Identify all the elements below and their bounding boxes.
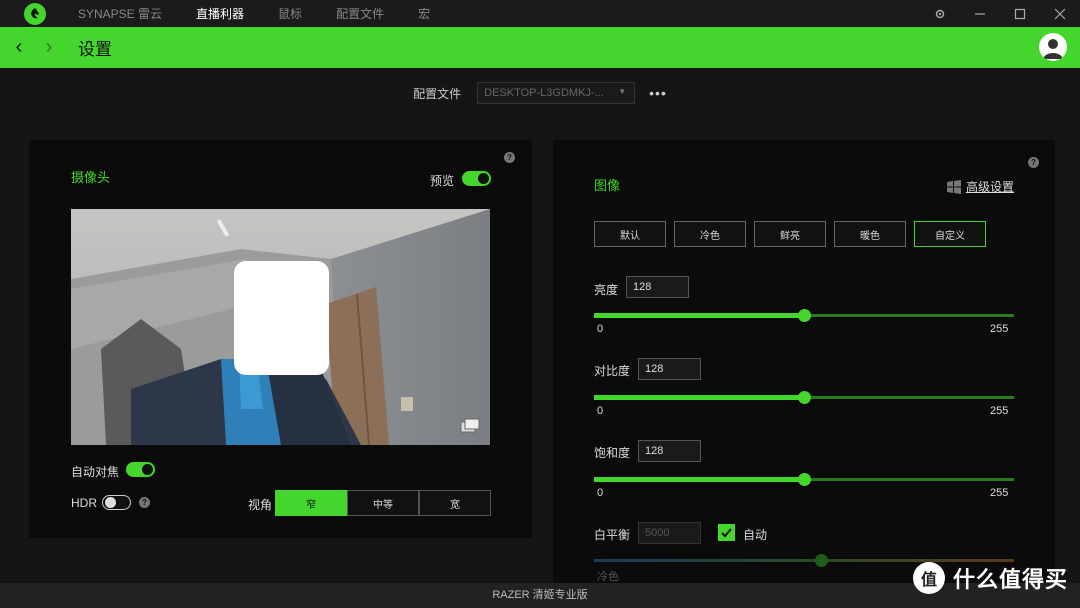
fov-narrow-button[interactable]: 窄: [275, 490, 347, 516]
close-icon[interactable]: [1040, 0, 1080, 27]
checkmark-icon: [721, 528, 732, 538]
slider-fill: [594, 395, 804, 400]
watermark-glyph: 值: [920, 572, 937, 589]
hdr-toggle[interactable]: [102, 495, 131, 510]
contrast-input[interactable]: 128: [638, 358, 701, 380]
preset-warm-button[interactable]: 暖色: [834, 221, 906, 247]
watermark: 值 什么值得买: [912, 562, 1068, 594]
slider-fill: [594, 313, 804, 318]
contrast-min: 0: [597, 405, 604, 417]
help-icon[interactable]: ?: [504, 152, 515, 163]
white-balance-input[interactable]: 5000: [638, 522, 701, 544]
preset-group: 默认 冷色 鲜亮 暖色 自定义: [594, 221, 994, 247]
brightness-input[interactable]: 128: [626, 276, 689, 298]
forward-arrow-icon[interactable]: ›: [38, 36, 60, 59]
gear-icon[interactable]: [920, 0, 960, 27]
nav-profiles[interactable]: 配置文件: [336, 5, 384, 22]
image-help-icon[interactable]: ?: [1028, 157, 1039, 168]
profile-label: 配置文件: [413, 86, 462, 101]
slider-thumb[interactable]: [798, 473, 811, 486]
image-panel: ? 图像 高级设置 默认 冷色 鲜亮 暖色 自定义 亮度 128 0 255 对…: [553, 140, 1055, 585]
windows-icon: [947, 179, 961, 194]
camera-panel: ? 摄像头 预览 自动对焦 HDR ? 视角 窄 中等 宽: [29, 140, 532, 538]
page-title: 设置: [78, 40, 112, 59]
title-bar: SYNAPSE 雷云 直播利器 鼠标 配置文件 宏: [0, 0, 1080, 27]
hdr-help-icon[interactable]: ?: [139, 497, 150, 508]
preset-vivid-button[interactable]: 鲜亮: [754, 221, 826, 247]
profile-row: 配置文件 DESKTOP-L3GDMKJ-... ▼ •••: [0, 82, 1080, 104]
brightness-max: 255: [990, 323, 1009, 335]
settings-header: ‹ › 设置: [0, 27, 1080, 68]
fov-medium-button[interactable]: 中等: [347, 490, 419, 516]
saturation-slider[interactable]: [594, 473, 1014, 486]
preview-toggle[interactable]: [462, 171, 491, 186]
slider-thumb[interactable]: [798, 391, 811, 404]
fov-label: 视角: [248, 498, 273, 512]
slider-thumb[interactable]: [814, 554, 828, 567]
nav-macro[interactable]: 宏: [418, 5, 430, 22]
slider-thumb[interactable]: [798, 309, 811, 322]
saturation-max: 255: [990, 487, 1009, 499]
minimize-icon[interactable]: [960, 0, 1000, 27]
chevron-down-icon: ▼: [618, 87, 627, 96]
autofocus-toggle[interactable]: [126, 462, 155, 477]
watermark-logo-icon: 值: [912, 562, 945, 594]
preset-cool-button[interactable]: 冷色: [674, 221, 746, 247]
fov-wide-button[interactable]: 宽: [419, 490, 491, 516]
saturation-label: 饱和度: [594, 446, 631, 460]
preset-default-button[interactable]: 默认: [594, 221, 666, 247]
brightness-min: 0: [597, 323, 604, 335]
contrast-label: 对比度: [594, 364, 631, 378]
advanced-settings-label: 高级设置: [966, 180, 1015, 194]
saturation-min: 0: [597, 487, 604, 499]
image-title: 图像: [594, 178, 621, 193]
watermark-text: 什么值得买: [952, 567, 1068, 592]
profile-select[interactable]: DESKTOP-L3GDMKJ-... ▼: [477, 82, 636, 104]
nav-broadcast[interactable]: 直播利器: [196, 5, 244, 22]
preview-label: 预览: [430, 174, 455, 188]
user-avatar-icon[interactable]: [1039, 33, 1067, 61]
hdr-label: HDR: [71, 496, 97, 510]
brightness-slider[interactable]: [594, 309, 1014, 322]
window-controls: [920, 0, 1080, 27]
contrast-max: 255: [990, 405, 1009, 417]
auto-white-balance-checkbox[interactable]: [718, 524, 735, 541]
autofocus-label: 自动对焦: [71, 465, 120, 479]
top-nav: SYNAPSE 雷云 直播利器 鼠标 配置文件 宏: [78, 5, 464, 22]
white-balance-min: 冷色: [597, 571, 619, 583]
camera-preview: [71, 209, 490, 445]
fov-group: 窄 中等 宽: [275, 490, 491, 516]
profile-select-value: DESKTOP-L3GDMKJ-...: [484, 87, 604, 99]
white-balance-label: 白平衡: [594, 528, 631, 542]
face-redaction: [234, 261, 329, 375]
back-arrow-icon[interactable]: ‹: [8, 36, 30, 59]
camera-title: 摄像头: [71, 170, 111, 185]
slider-fill: [594, 477, 804, 482]
maximize-icon[interactable]: [1000, 0, 1040, 27]
preset-custom-button[interactable]: 自定义: [914, 221, 986, 247]
contrast-slider[interactable]: [594, 391, 1014, 404]
advanced-settings-link[interactable]: 高级设置: [946, 178, 1014, 195]
nav-synapse[interactable]: SYNAPSE 雷云: [78, 5, 162, 22]
saturation-input[interactable]: 128: [638, 440, 701, 462]
brightness-label: 亮度: [594, 283, 619, 297]
nav-mouse[interactable]: 鼠标: [278, 5, 302, 22]
auto-label: 自动: [743, 528, 768, 542]
more-options-icon[interactable]: •••: [649, 85, 667, 101]
razer-logo-icon: [24, 2, 46, 25]
